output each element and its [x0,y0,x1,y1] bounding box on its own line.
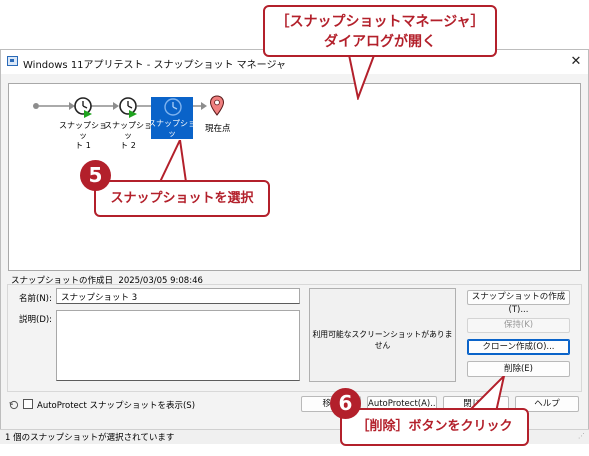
screenshot-preview: 利用可能なスクリーンショットがありません [309,288,456,382]
keep-button[interactable]: 保持(K) [467,318,570,333]
window-title: Windows 11アプリテスト - スナップショット マネージャ [23,60,286,71]
delete-button[interactable]: 削除(E) [467,361,570,377]
current-state-label: 現在点 [205,124,231,134]
clone-button[interactable]: クローン作成(O)... [467,339,570,355]
vmware-app-icon [7,56,18,66]
callout-step5: スナップショットを選択 [94,180,270,217]
step6-badge: 6 [330,388,361,419]
resize-grip-icon: ⋰ [578,432,585,440]
current-state-node[interactable] [209,95,225,117]
clock-icon [74,97,92,118]
clock-icon [119,97,137,118]
callout-pointer-top [346,50,378,100]
step5-badge: 5 [80,160,111,191]
clock-icon [164,98,182,116]
callout-step6: ［削除］ボタンをクリック [340,408,529,446]
callout-dialog-opens: ［スナップショットマネージャ］ ダイアログが開く [263,5,497,57]
map-pin-icon [209,95,225,116]
show-autoprotect-label: AutoProtect スナップショットを表示(S) [37,401,196,411]
snapshot-2-node[interactable] [117,96,139,118]
show-autoprotect-checkbox[interactable] [23,399,33,409]
no-screenshot-text: 利用可能なスクリーンショットがありません [312,330,453,350]
close-window-button[interactable]: ✕ [567,53,585,71]
name-label: 名前(N): [19,294,52,304]
refresh-icon [9,400,19,410]
take-snapshot-button[interactable]: スナップショットの作成(T)... [467,290,570,315]
name-field[interactable]: スナップショット 3 [56,288,300,304]
description-label: 説明(D): [19,315,53,325]
name-field-value: スナップショット 3 [61,293,138,303]
status-text: 1 個のスナップショットが選択されています [5,433,175,443]
snapshot-3-node-selected[interactable]: スナップショット 3 [148,97,196,148]
snapshot-1-node[interactable] [72,96,94,118]
description-field[interactable] [56,310,300,381]
